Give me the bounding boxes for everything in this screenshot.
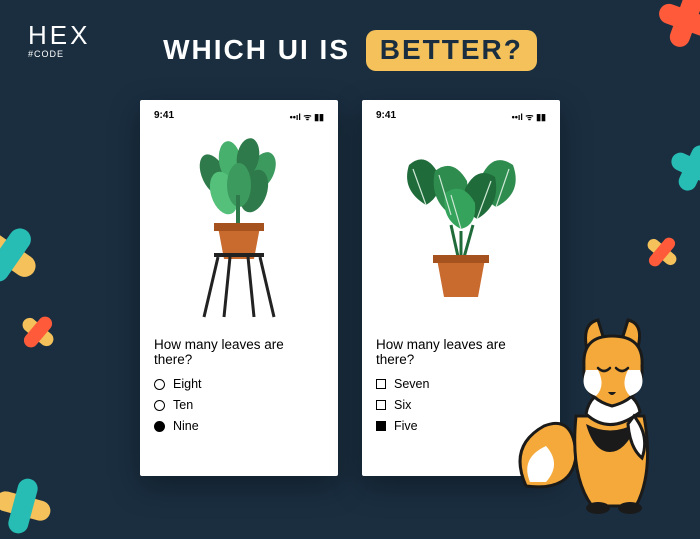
status-bar: 9:41 ••ıl ᯤ ▮▮: [376, 110, 546, 123]
fox-mascot: [516, 306, 686, 521]
radio-icon: [154, 379, 165, 390]
plant-illustration-b: [376, 123, 546, 337]
status-icons: ••ıl ᯤ ▮▮: [512, 110, 546, 123]
option-label: Ten: [173, 398, 193, 412]
status-time: 9:41: [154, 110, 174, 123]
radio-option[interactable]: Eight: [154, 377, 324, 391]
radio-option[interactable]: Ten: [154, 398, 324, 412]
checkbox-icon: [376, 400, 386, 410]
confetti-plus: [0, 473, 56, 539]
radio-option[interactable]: Nine: [154, 419, 324, 433]
status-time: 9:41: [376, 110, 396, 123]
mockup-phone-a: 9:41 ••ıl ᯤ ▮▮: [140, 100, 338, 476]
option-label: Nine: [173, 419, 199, 433]
radio-icon: [154, 400, 165, 411]
checkbox-icon: [376, 379, 386, 389]
status-icons: ••ıl ᯤ ▮▮: [290, 110, 324, 123]
option-label: Five: [394, 419, 418, 433]
checkbox-icon-selected: [376, 421, 386, 431]
option-list: Eight Ten Nine: [154, 377, 324, 433]
page-title: WHICH UI IS BETTER?: [0, 34, 700, 66]
title-lead: WHICH UI IS: [163, 34, 360, 65]
plant-illustration-a: [154, 123, 324, 337]
option-label: Six: [394, 398, 411, 412]
status-bar: 9:41 ••ıl ᯤ ▮▮: [154, 110, 324, 123]
radio-icon-selected: [154, 421, 165, 432]
title-badge: BETTER?: [366, 30, 537, 71]
option-label: Eight: [173, 377, 202, 391]
option-label: Seven: [394, 377, 429, 391]
question-text: How many leaves are there?: [154, 337, 324, 367]
